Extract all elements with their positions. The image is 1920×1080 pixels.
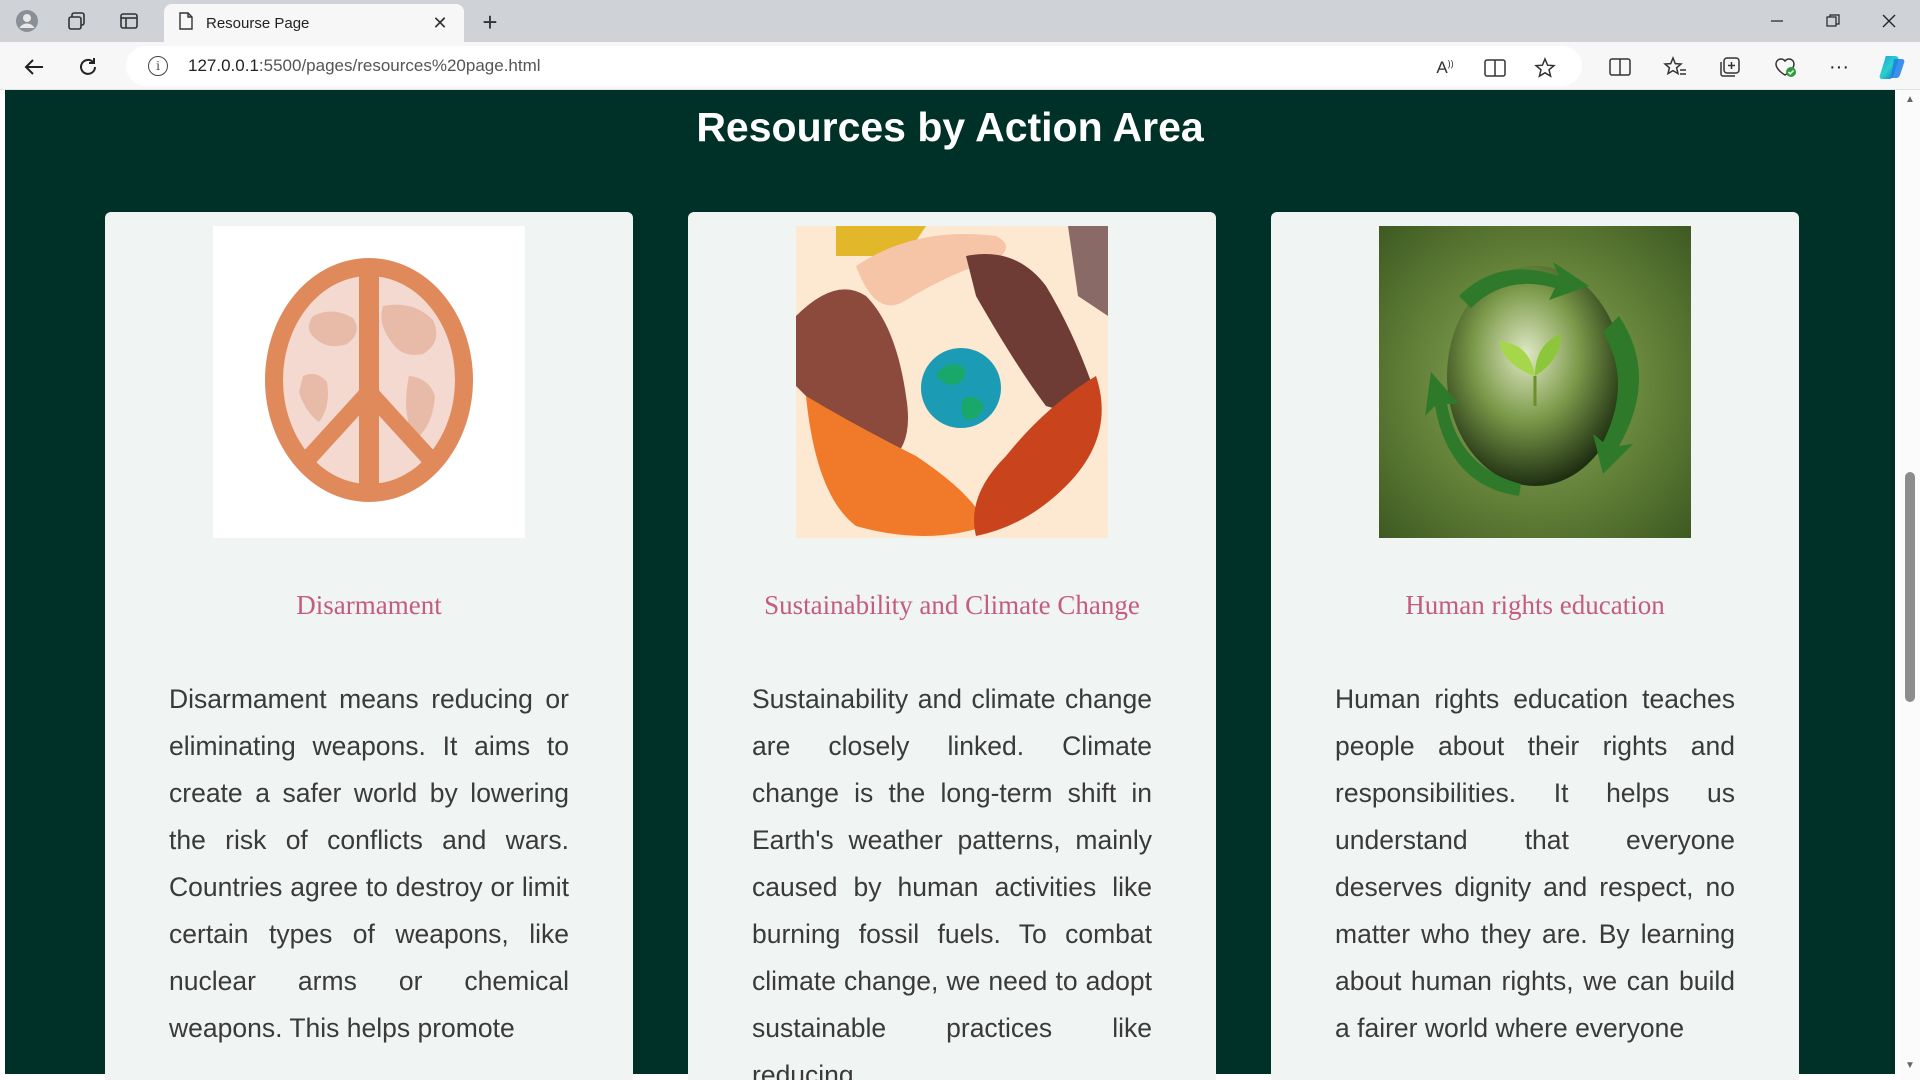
card-title: Disarmament	[296, 590, 442, 620]
scrollbar-thumb[interactable]	[1905, 472, 1915, 702]
card-disarmament: Disarmament Disarmament means reducing o…	[105, 212, 633, 1080]
new-tab-button[interactable]: +	[474, 6, 506, 38]
navigation-bar: i 127.0.0.1:5500/pages/resources%20page.…	[0, 42, 1920, 90]
restore-button[interactable]	[1806, 0, 1860, 42]
immersive-reader-icon[interactable]	[1480, 53, 1510, 83]
browser-essentials-icon[interactable]	[1769, 51, 1801, 83]
card-description: Sustainability and climate change are cl…	[752, 684, 1152, 1080]
vertical-tabs-icon[interactable]	[114, 6, 144, 36]
profile-icon[interactable]	[12, 6, 42, 36]
recycling-earth-icon	[1379, 226, 1691, 538]
scroll-up-arrow-icon[interactable]: ▲	[1904, 94, 1916, 106]
peace-symbol-icon	[213, 226, 525, 538]
collections-icon[interactable]	[1714, 51, 1746, 83]
site-info-icon[interactable]: i	[148, 56, 168, 76]
minimize-button[interactable]	[1750, 0, 1804, 42]
card-description: Disarmament means reducing or eliminatin…	[169, 684, 569, 1043]
back-button[interactable]	[18, 51, 50, 83]
favorites-icon[interactable]	[1659, 51, 1691, 83]
url-host: 127.0.0.1	[188, 56, 259, 75]
card-title: Sustainability and Climate Change	[764, 590, 1140, 620]
refresh-button[interactable]	[72, 51, 104, 83]
page-viewport: Resources by Action Area Disarmament Dis…	[0, 90, 1920, 1080]
tab-bar: Resourse Page ✕ +	[0, 0, 1920, 42]
favorite-star-icon[interactable]	[1530, 53, 1560, 83]
close-window-button[interactable]	[1862, 0, 1916, 42]
close-tab-icon[interactable]: ✕	[430, 13, 450, 34]
copilot-icon[interactable]	[1876, 51, 1908, 83]
address-bar[interactable]: i 127.0.0.1:5500/pages/resources%20page.…	[126, 46, 1582, 86]
tab-resource-page[interactable]: Resourse Page ✕	[164, 4, 464, 42]
url-path: :5500/pages/resources%20page.html	[258, 56, 541, 75]
workspaces-icon[interactable]	[62, 6, 92, 36]
page-scrollbar[interactable]: ▲ ▼	[1900, 90, 1920, 1080]
url-text: 127.0.0.1:5500/pages/resources%20page.ht…	[188, 56, 541, 76]
card-description: Human rights education teaches people ab…	[1335, 684, 1735, 1043]
card-title: Human rights education	[1405, 590, 1665, 620]
hands-around-earth-icon	[796, 226, 1108, 538]
page-icon	[178, 11, 194, 35]
scroll-down-arrow-icon[interactable]: ▼	[1904, 1060, 1916, 1072]
page-title: Resources by Action Area	[696, 104, 1204, 150]
card-human-rights: Human rights education Human rights educ…	[1271, 212, 1799, 1080]
card-sustainability: Sustainability and Climate Change Sustai…	[688, 212, 1216, 1080]
resources-section: Resources by Action Area Disarmament Dis…	[5, 90, 1895, 1080]
more-options-icon[interactable]: ···	[1823, 51, 1855, 83]
read-aloud-icon[interactable]: A))	[1430, 53, 1460, 83]
tab-title: Resourse Page	[206, 14, 310, 32]
split-screen-icon[interactable]	[1604, 51, 1636, 83]
